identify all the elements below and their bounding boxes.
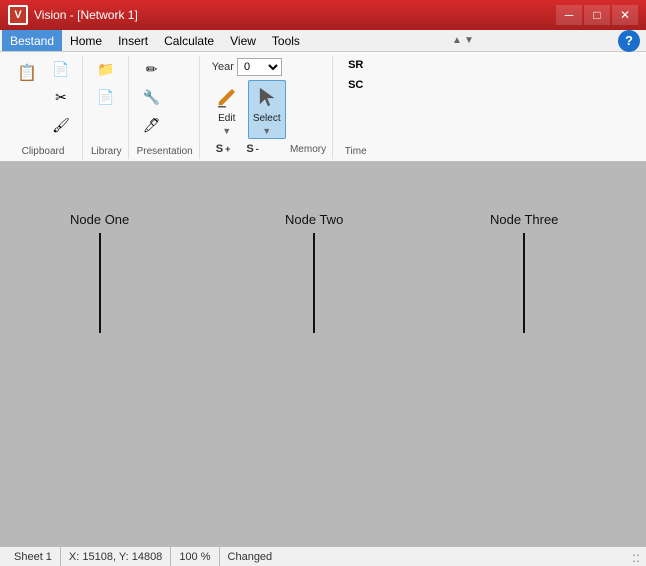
ribbon-group-library: 📁 📄 Library [85, 56, 129, 159]
menu-item-home[interactable]: Home [62, 30, 110, 51]
pres-icon3: 🖊 [141, 114, 163, 136]
window-controls: ─ □ ✕ [556, 5, 638, 25]
edit-icon [213, 83, 241, 111]
node-three-label: Node Three [490, 212, 558, 227]
title-bar: V Vision - [Network 1] ─ □ ✕ [0, 0, 646, 30]
sr-button[interactable]: SR [341, 56, 370, 74]
library-btn2[interactable]: 📄 [91, 84, 121, 110]
memory-label: Memory [290, 142, 326, 155]
sr-label: SR [348, 59, 363, 71]
copy-button[interactable]: 📄 [46, 56, 76, 82]
paste-button[interactable]: 📋 [10, 56, 44, 90]
library-btn1[interactable]: 📁 [91, 56, 121, 82]
edit-button[interactable]: Edit ▼ [208, 80, 246, 139]
node-one-line [99, 233, 101, 333]
network-node-two: Node Two [285, 212, 343, 333]
year-label: Year [212, 61, 234, 73]
library-label: Library [91, 144, 122, 157]
pres-icon1: ✏ [141, 58, 163, 80]
ribbon: 📋 📄 ✂ 🖌 Clipboard [0, 52, 646, 162]
library-icon2: 📄 [95, 86, 117, 108]
pres-btn1[interactable]: ✏ [137, 56, 167, 82]
window-title: Vision - [Network 1] [34, 8, 138, 22]
presentation-buttons: ✏ 🔧 🖊 [137, 56, 193, 144]
status-changed: Changed [220, 547, 281, 566]
pres-icon2: 🔧 [141, 86, 163, 108]
ribbon-group-clipboard: 📋 📄 ✂ 🖌 Clipboard [4, 56, 83, 159]
cut-button[interactable]: ✂ [46, 84, 76, 110]
pres-btn3[interactable]: 🖊 [137, 112, 167, 138]
status-sheet: Sheet 1 [6, 547, 61, 566]
minimize-button[interactable]: ─ [556, 5, 582, 25]
help-button[interactable]: ? [618, 30, 640, 52]
network-node-one: Node One [70, 212, 129, 333]
library-buttons: 📁 📄 [91, 56, 122, 144]
presentation-label: Presentation [137, 144, 193, 157]
menu-bar: Bestand Home Insert Calculate View Tools… [0, 30, 646, 52]
library-icon1: 📁 [95, 58, 117, 80]
copy-icon: 📄 [50, 58, 72, 80]
s-minus-button[interactable]: S- [242, 141, 262, 157]
maximize-button[interactable]: □ [584, 5, 610, 25]
menu-item-calculate[interactable]: Calculate [156, 30, 222, 51]
status-coords: X: 15108, Y: 14808 [61, 547, 171, 566]
collapse-up-icon: ▲ [452, 35, 462, 46]
s-minus-icon: S [246, 143, 253, 155]
resize-handle: :: [632, 549, 640, 565]
pres-btn2[interactable]: 🔧 [137, 84, 167, 110]
ribbon-group-memory: Year 0123 [202, 56, 333, 159]
ribbon-group-time: SR SC Time [335, 56, 376, 159]
time-buttons: SR SC [341, 56, 370, 144]
menu-item-bestand[interactable]: Bestand [2, 30, 62, 51]
time-label: Time [341, 144, 370, 157]
select-icon [253, 83, 281, 111]
edit-label: Edit [218, 113, 235, 124]
node-two-line [313, 233, 315, 333]
year-select[interactable]: 0123 [237, 58, 282, 76]
app-icon: V [8, 5, 28, 25]
ribbon-content: 📋 📄 ✂ 🖌 Clipboard [0, 52, 646, 161]
select-label: Select [253, 113, 281, 124]
menu-item-tools[interactable]: Tools [264, 30, 308, 51]
sc-button[interactable]: SC [341, 76, 370, 94]
collapse-down-icon: ▼ [464, 35, 474, 46]
s-plus-icon: S [216, 143, 223, 155]
close-button[interactable]: ✕ [612, 5, 638, 25]
format-button[interactable]: 🖌 [46, 112, 76, 138]
node-two-label: Node Two [285, 212, 343, 227]
paste-icon: 📋 [13, 59, 41, 87]
node-three-line [523, 233, 525, 333]
menu-item-view[interactable]: View [222, 30, 264, 51]
format-icon: 🖌 [50, 114, 72, 136]
select-button[interactable]: Select ▼ [248, 80, 286, 139]
network-node-three: Node Three [490, 212, 558, 333]
title-left: V Vision - [Network 1] [8, 5, 138, 25]
s-plus-button[interactable]: S+ [212, 141, 235, 157]
year-control: Year 0123 [208, 56, 286, 80]
cut-icon: ✂ [50, 86, 72, 108]
status-zoom: 100 % [171, 547, 219, 566]
clipboard-buttons: 📋 📄 ✂ 🖌 [10, 56, 76, 144]
menu-item-insert[interactable]: Insert [110, 30, 156, 51]
canvas-area[interactable]: Node One Node Two Node Three [0, 162, 646, 546]
ribbon-group-presentation: ✏ 🔧 🖊 Presentation [131, 56, 200, 159]
ribbon-collapse-button[interactable]: ▲ ▼ [450, 35, 476, 46]
status-bar: Sheet 1 X: 15108, Y: 14808 100 % Changed… [0, 546, 646, 566]
node-one-label: Node One [70, 212, 129, 227]
sc-label: SC [348, 79, 363, 91]
clipboard-label: Clipboard [10, 144, 76, 157]
